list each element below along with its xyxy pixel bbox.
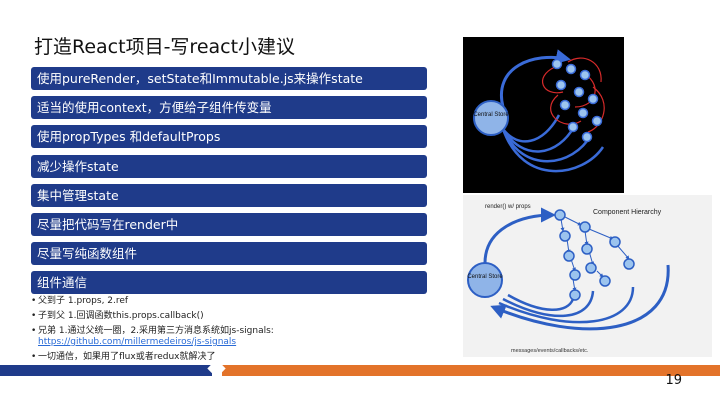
bullet-dot-icon: • (31, 311, 37, 321)
tip-bar: 适当的使用context，方便给子组件传变量 (31, 96, 427, 120)
bullet-dot-icon: • (31, 296, 37, 306)
bullet-item: • 一切通信，如果用了flux或者redux就解决了 (31, 352, 431, 363)
tip-bar: 组件通信 (31, 271, 427, 295)
structured-flow-svg: render() w/ props Component Hierarchy Ce… (467, 204, 670, 354)
bullet-item: • 兄弟 1.通过父统一圈，2.采用第三方消息系统如js-signals: ht… (31, 326, 431, 348)
slide-title: 打造React项目-写react小建议 (34, 36, 296, 58)
js-signals-link[interactable]: https://github.com/millermedeiros/js-sig… (38, 337, 274, 348)
tip-bar: 减少操作state (31, 154, 427, 178)
footer-blue-stripe (0, 365, 212, 376)
hierarchy-label-line: Component Hierarchy (593, 209, 662, 216)
render-label: render() w/ props (485, 204, 531, 210)
page-number: 19 (665, 373, 682, 388)
messages-label: messages/events/callbacks/etc. (511, 348, 589, 354)
bullet-item: • 子到父 1.回调函数this.props.callback() (31, 311, 431, 322)
bottom-store-label: Central Store (467, 274, 503, 280)
communication-bullets: • 父到子 1.props, 2.ref • 子到父 1.回调函数this.pr… (31, 296, 431, 367)
tip-bar: 尽量把代码写在render中 (31, 212, 427, 236)
tip-bar: 使用pureRender，setState和Immutable.js来操作sta… (31, 67, 427, 90)
bullet-text: 子到父 1.回调函数this.props.callback() (38, 311, 204, 321)
structured-flow-diagram: render() w/ props Component Hierarchy Ce… (463, 195, 712, 357)
bullet-item: • 父到子 1.props, 2.ref (31, 296, 431, 307)
bullet-dot-icon: • (31, 326, 37, 336)
messy-flow-diagram: Central Store (463, 37, 624, 193)
messy-flow-svg: Central Store (473, 49, 605, 173)
tip-bar-list: 使用pureRender，setState和Immutable.js来操作sta… (31, 67, 427, 301)
bullet-text: 兄弟 1.通过父统一圈，2.采用第三方消息系统如js-signals: (38, 326, 274, 336)
bullet-dot-icon: • (31, 352, 37, 362)
tip-bar: 集中管理state (31, 183, 427, 207)
bullet-text: 一切通信，如果用了flux或者redux就解决了 (38, 352, 216, 362)
bullet-text: 父到子 1.props, 2.ref (38, 296, 129, 306)
tip-bar: 使用propTypes 和defaultProps (31, 125, 427, 149)
footer-band (0, 359, 720, 378)
tip-bar: 尽量写纯函数组件 (31, 242, 427, 266)
footer-orange-stripe (222, 365, 720, 376)
top-store-label: Central Store (473, 112, 509, 118)
